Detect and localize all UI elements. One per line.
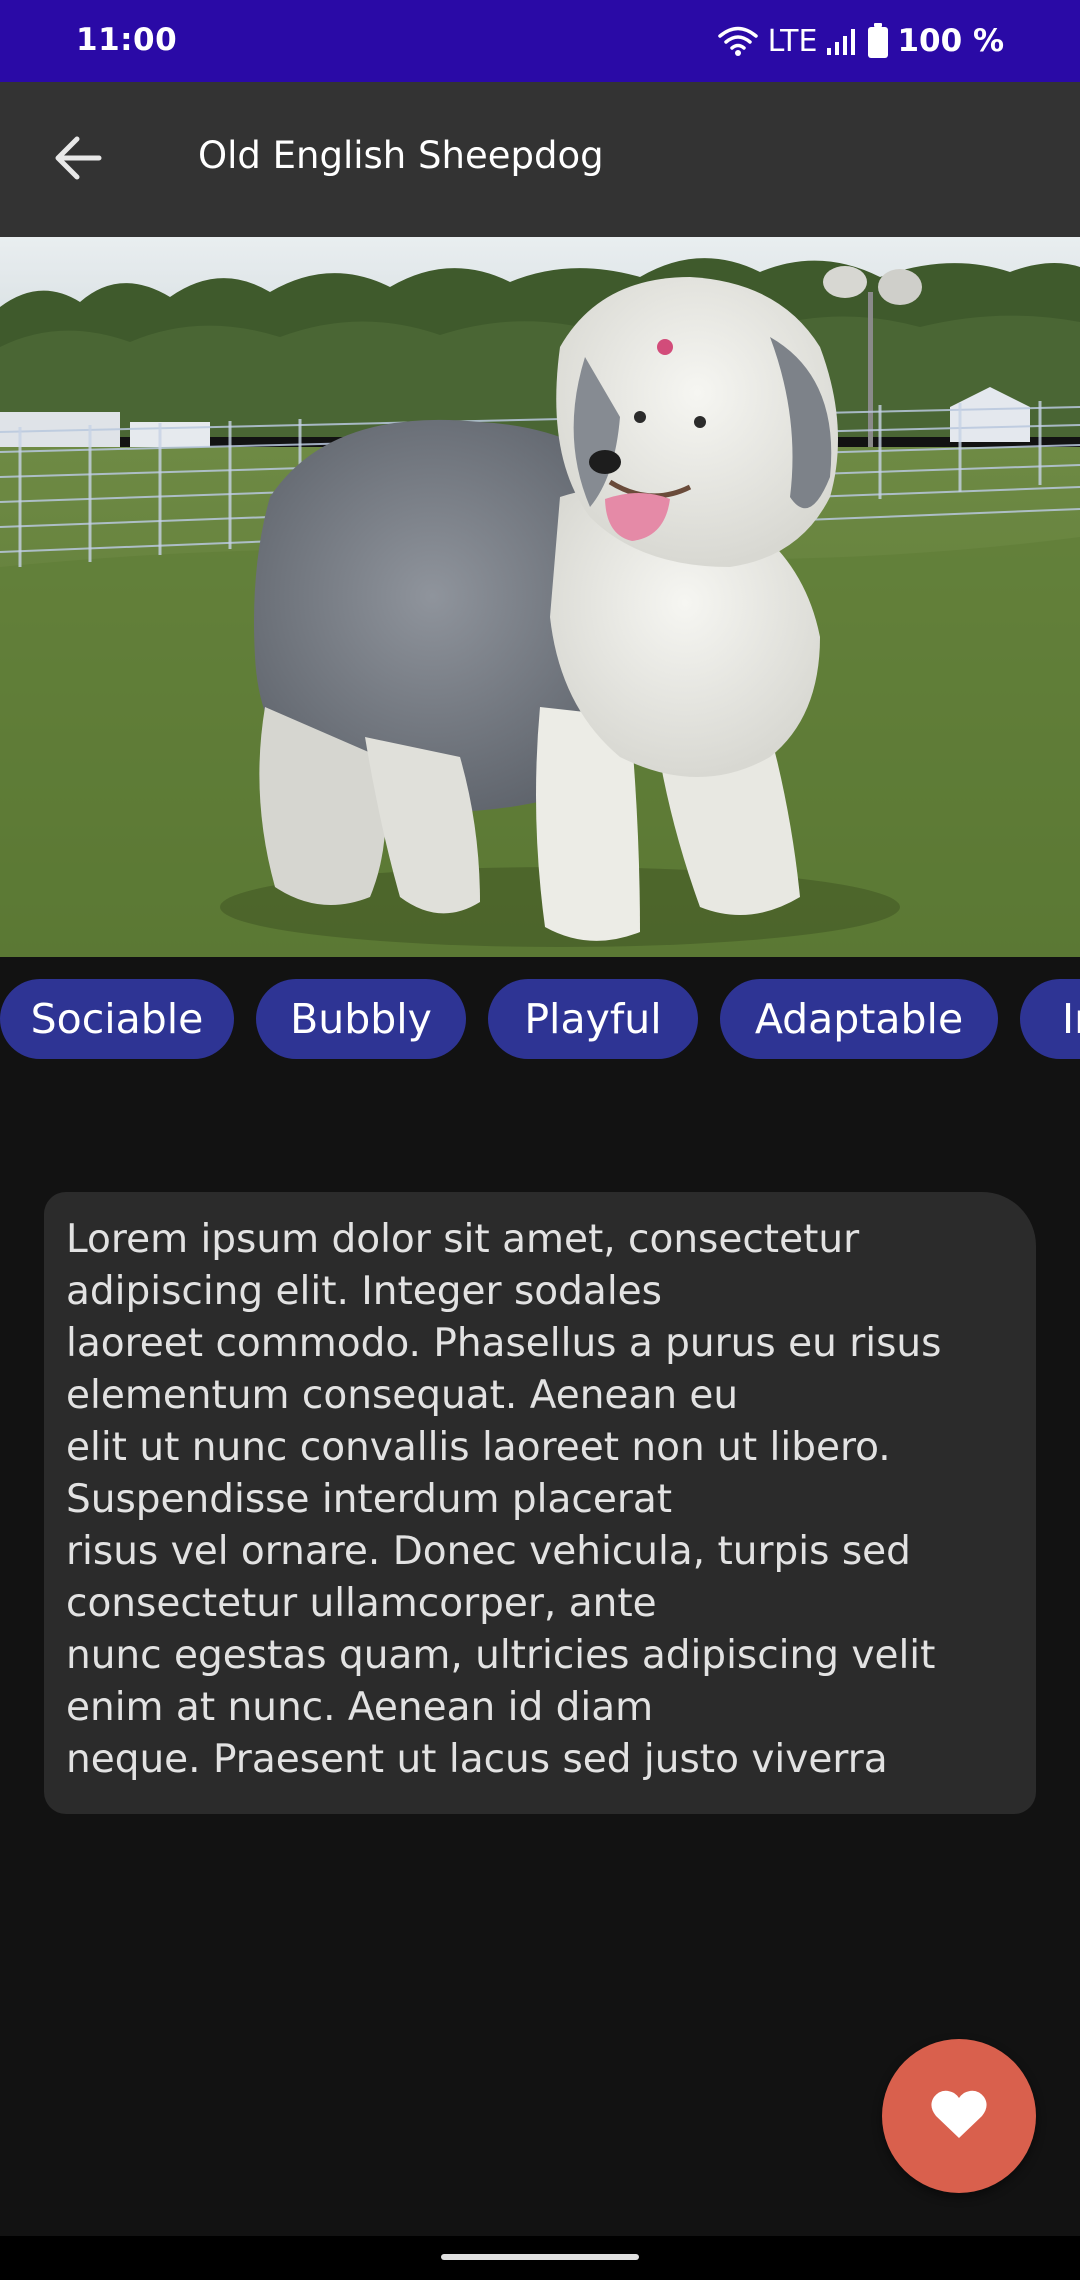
chip-playful[interactable]: Playful (488, 979, 698, 1059)
description-text: Lorem ipsum dolor sit amet, consectetur … (66, 1217, 942, 1782)
page-title: Old English Sheepdog (198, 134, 604, 177)
app-bar: Old English Sheepdog (0, 82, 1080, 237)
wifi-icon (717, 25, 758, 57)
chip-label: In (1062, 995, 1080, 1043)
chip-label: Sociable (30, 995, 204, 1043)
status-icons: LTE 100 % (717, 18, 1004, 64)
chip-partial[interactable]: In (1020, 979, 1080, 1059)
chip-label: Adaptable (754, 995, 964, 1043)
home-indicator[interactable] (441, 2254, 639, 2260)
navigation-bar (0, 2236, 1080, 2280)
heart-icon (930, 2088, 988, 2144)
chip-adaptable[interactable]: Adaptable (720, 979, 998, 1059)
chip-sociable[interactable]: Sociable (0, 979, 234, 1059)
description-card: Lorem ipsum dolor sit amet, consectetur … (44, 1192, 1036, 1814)
status-time: 11:00 (76, 22, 178, 58)
signal-icon (825, 26, 859, 56)
dog-photo (0, 237, 1080, 957)
favorite-button[interactable] (882, 2039, 1036, 2193)
status-bar: 11:00 LTE 100 % (0, 0, 1080, 82)
battery-icon (867, 23, 889, 59)
arrow-back-icon (53, 135, 103, 185)
temperament-chips: Sociable Bubbly Playful Adaptable In (0, 979, 1080, 1061)
back-button[interactable] (40, 122, 116, 198)
chip-label: Playful (524, 995, 662, 1043)
chip-bubbly[interactable]: Bubbly (256, 979, 466, 1059)
network-type: LTE (767, 23, 818, 59)
battery-percent: 100 % (897, 23, 1004, 59)
chip-label: Bubbly (290, 995, 432, 1043)
